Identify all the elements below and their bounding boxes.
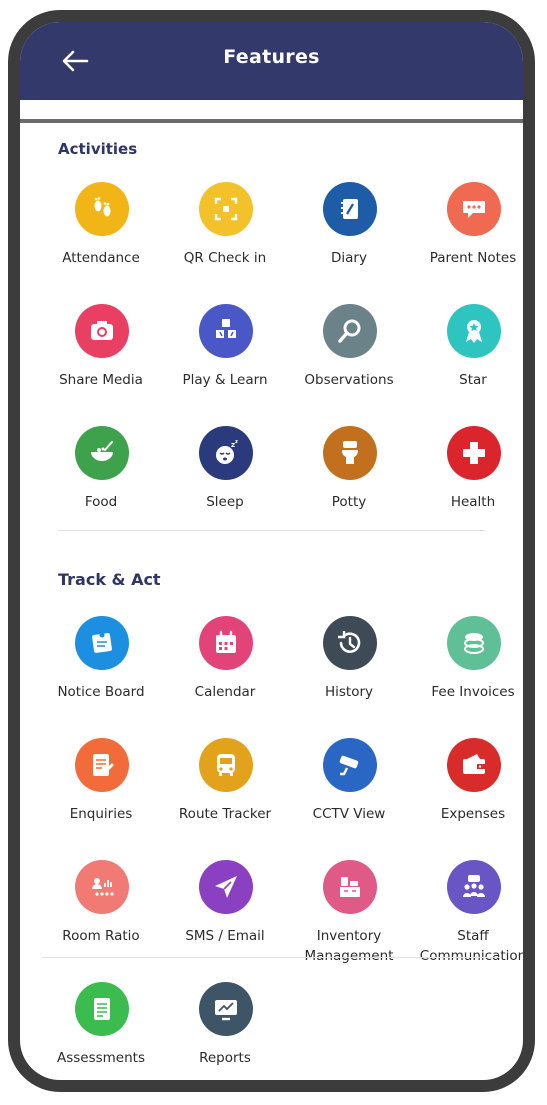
coins-icon xyxy=(447,616,501,670)
qr-scan-icon xyxy=(199,182,253,236)
app-bar: Features xyxy=(20,22,523,100)
award-icon xyxy=(447,304,501,358)
medical-cross-icon xyxy=(447,426,501,480)
notebook-icon xyxy=(323,182,377,236)
feature-label: Inventory Management xyxy=(304,928,394,964)
feature-label: Potty xyxy=(331,494,367,510)
section-title-activities: Activities xyxy=(58,140,138,158)
feature-label: Assessments xyxy=(56,1050,145,1066)
feature-label: Share Media xyxy=(59,372,143,388)
feature-label: Observations xyxy=(304,372,394,388)
food-bowl-icon xyxy=(75,426,129,480)
assessment-sheet-icon xyxy=(75,982,129,1036)
feature-label: Fee Invoices xyxy=(431,684,515,700)
feature-label: Calendar xyxy=(194,684,256,700)
calendar-icon xyxy=(199,616,253,670)
feature-label: QR Check in xyxy=(183,250,267,266)
footprints-icon xyxy=(75,182,129,236)
section-separator xyxy=(58,530,485,531)
feature-label: Room Ratio xyxy=(62,928,140,944)
chat-bubble-icon xyxy=(447,182,501,236)
inventory-boxes-icon xyxy=(323,860,377,914)
feature-label: Star xyxy=(459,372,487,388)
feature-label: CCTV View xyxy=(312,806,386,822)
monitor-chart-icon xyxy=(199,982,253,1036)
magnifier-icon xyxy=(323,304,377,358)
camera-icon xyxy=(75,304,129,358)
feature-label: Play & Learn xyxy=(182,372,268,388)
phone-frame: Features Activities Attendance QR Check i… xyxy=(8,10,535,1092)
feature-label: Sleep xyxy=(206,494,244,510)
toilet-icon xyxy=(323,426,377,480)
history-clock-icon xyxy=(323,616,377,670)
notice-board-icon xyxy=(75,616,129,670)
page-title: Features xyxy=(223,46,320,68)
cctv-camera-icon xyxy=(323,738,377,792)
svg-text:z: z xyxy=(235,439,238,445)
enquiry-form-icon xyxy=(75,738,129,792)
feature-label: Enquiries xyxy=(69,806,133,822)
bus-icon xyxy=(199,738,253,792)
feature-label: Attendance xyxy=(62,250,140,266)
feature-label: Expenses xyxy=(440,806,506,822)
wallet-icon xyxy=(447,738,501,792)
feature-label: Parent Notes xyxy=(429,250,517,266)
feature-label: Reports xyxy=(199,1050,251,1066)
feature-label: Diary xyxy=(331,250,367,266)
feature-label: History xyxy=(324,684,374,700)
feature-label: Health xyxy=(450,494,496,510)
sleeping-face-icon: zz xyxy=(199,426,253,480)
room-ratio-icon xyxy=(75,860,129,914)
feature-label: Notice Board xyxy=(57,684,145,700)
row-separator xyxy=(42,957,501,958)
staff-group-icon xyxy=(447,860,501,914)
paper-plane-icon xyxy=(199,860,253,914)
feature-label: Food xyxy=(84,494,118,510)
feature-label: SMS / Email xyxy=(185,928,265,944)
blocks-icon xyxy=(199,304,253,358)
header-divider xyxy=(20,119,523,123)
feature-label: Route Tracker xyxy=(178,806,272,822)
feature-label: Staff Communication xyxy=(419,928,527,964)
section-title-track-act: Track & Act xyxy=(58,570,161,589)
